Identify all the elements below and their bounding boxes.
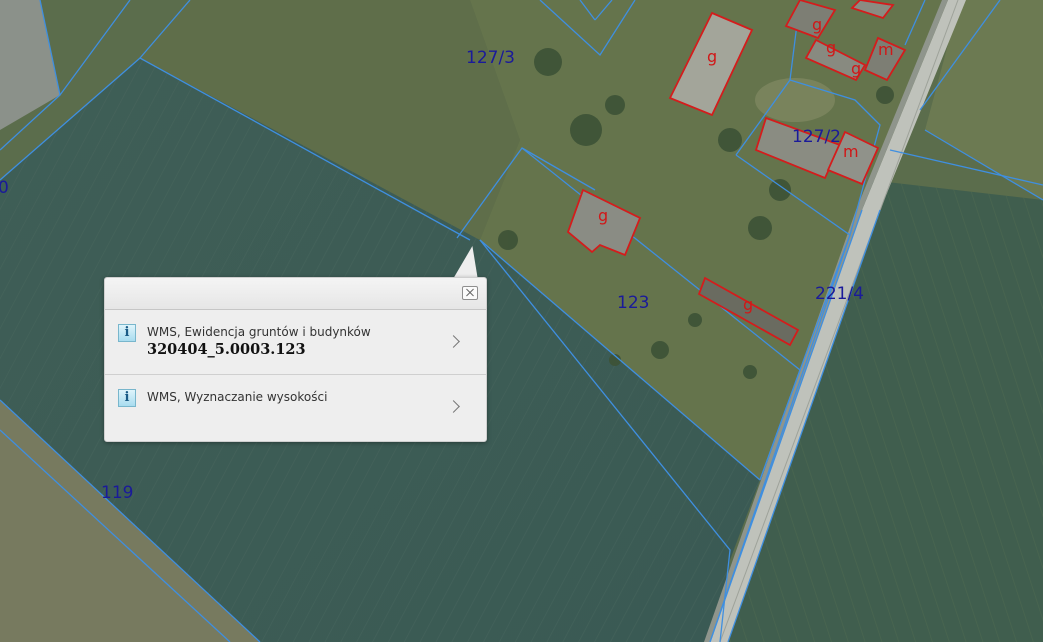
info-icon: i	[118, 324, 136, 342]
parcel-label-edge: 0	[0, 178, 9, 198]
clearing	[755, 78, 835, 122]
info-icon: i	[118, 389, 136, 407]
result-title: WMS, Ewidencja gruntów i budynków	[147, 325, 371, 339]
parcel-label-123: 123	[617, 293, 649, 313]
parcel-label-127-2: 127/2	[792, 127, 841, 147]
svg-text:m: m	[878, 40, 894, 59]
svg-text:g: g	[826, 38, 836, 57]
parcel-label-221-4: 221/4	[815, 284, 864, 304]
parcel-label-127-3: 127/3	[466, 48, 515, 68]
popup-header	[105, 278, 486, 310]
result-item-wysokosci[interactable]: i WMS, Wyznaczanie wysokości	[105, 374, 486, 439]
result-item-ewidencja[interactable]: i WMS, Ewidencja gruntów i budynków 3204…	[105, 310, 486, 374]
result-value: 320404_5.0003.123	[147, 341, 306, 358]
chevron-right-icon[interactable]	[447, 400, 460, 413]
svg-text:g: g	[812, 15, 822, 34]
svg-text:m: m	[843, 142, 859, 161]
parcel-label-119: 119	[101, 483, 133, 503]
svg-text:g: g	[707, 47, 717, 66]
feature-info-popup: i WMS, Ewidencja gruntów i budynków 3204…	[104, 277, 487, 442]
result-title: WMS, Wyznaczanie wysokości	[147, 390, 328, 404]
svg-text:g: g	[851, 59, 861, 78]
chevron-right-icon[interactable]	[447, 335, 460, 348]
svg-text:g: g	[598, 206, 608, 225]
close-icon[interactable]	[462, 286, 478, 300]
svg-text:g: g	[743, 295, 753, 314]
